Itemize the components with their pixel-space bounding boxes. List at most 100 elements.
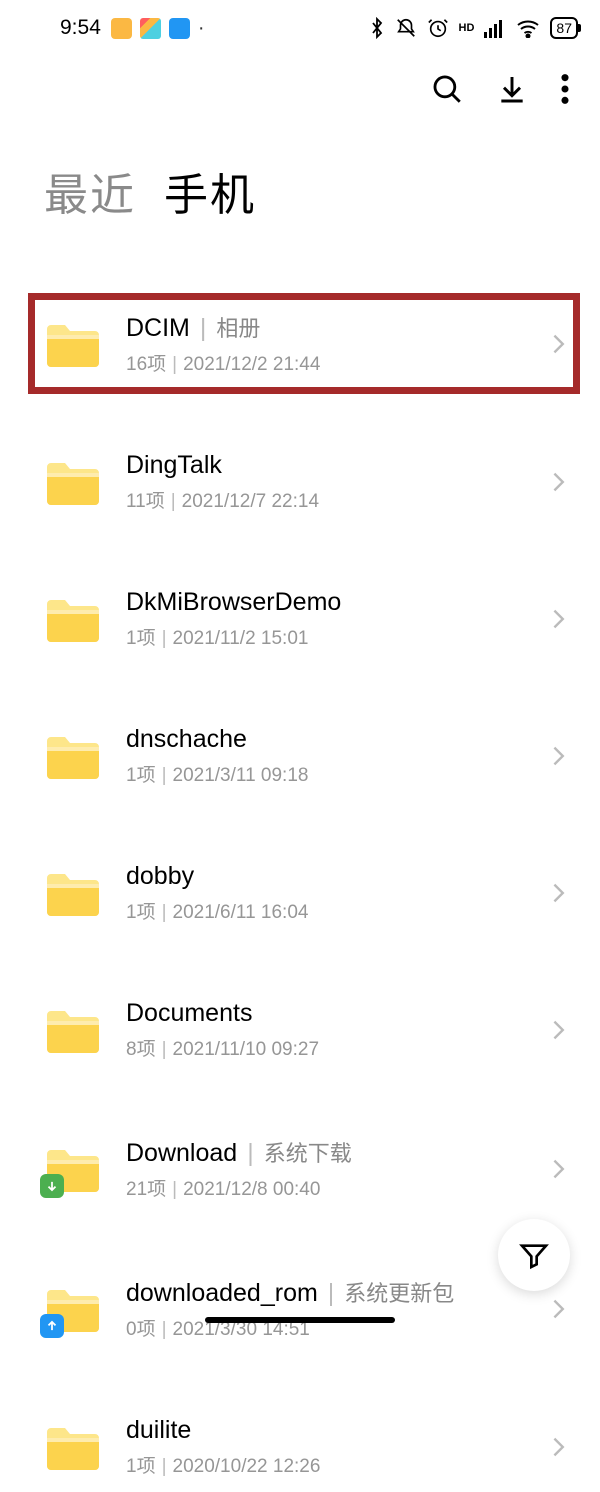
folder-date: 2021/6/11 16:04: [173, 902, 309, 923]
home-indicator[interactable]: [205, 1317, 395, 1323]
folder-name: DkMiBrowserDemo: [126, 588, 341, 617]
folder-date: 2021/12/7 22:14: [182, 491, 319, 512]
folder-list: DCIM|相册16项|2021/12/2 21:44DingTalk11项|20…: [0, 247, 600, 1492]
separator: |: [162, 765, 167, 786]
separator: |: [162, 1456, 167, 1477]
app-icon-2: [140, 18, 161, 39]
folder-date: 2021/12/2 21:44: [183, 354, 320, 375]
separator: |: [162, 1319, 167, 1340]
separator: |: [172, 1179, 177, 1200]
filter-button[interactable]: [498, 1219, 570, 1291]
folder-tag: 相册: [216, 311, 260, 343]
folder-icon: [44, 1005, 102, 1055]
more-menu-button[interactable]: [560, 72, 570, 111]
folder-meta: 8项 | 2021/11/10 09:27: [126, 1034, 550, 1061]
folder-item[interactable]: Download|系统下载21项|2021/12/8 00:40: [0, 1122, 600, 1215]
folder-icon: [44, 319, 102, 369]
toolbar: [0, 48, 600, 111]
folder-icon: [44, 1144, 102, 1194]
folder-title-row: DkMiBrowserDemo: [126, 588, 550, 617]
folder-name: Download: [126, 1139, 237, 1168]
battery-icon: 87: [550, 17, 578, 39]
tabs: 最近 手机: [0, 111, 600, 247]
folder-content: DkMiBrowserDemo 1项 | 2021/11/2 15:01: [102, 588, 550, 650]
folder-item[interactable]: DCIM | 相册 16项 | 2021/12/2 21:44: [0, 297, 600, 390]
folder-count: 16项: [126, 354, 166, 375]
folder-tag: 系统下载: [264, 1136, 352, 1168]
app-icon-1: [111, 18, 132, 39]
folder-name: duilite: [126, 1416, 191, 1445]
mute-icon: [395, 17, 417, 39]
separator: |: [200, 314, 207, 343]
folder-content: dobby 1项 | 2021/6/11 16:04: [102, 862, 550, 924]
folder-item[interactable]: dobby 1项 | 2021/6/11 16:04: [0, 848, 600, 938]
app-icon-3: [169, 18, 190, 39]
folder-meta: 1项 | 2021/6/11 16:04: [126, 897, 550, 924]
folder-meta: 1项 | 2021/11/2 15:01: [126, 623, 550, 650]
bluetooth-icon: [369, 17, 385, 39]
tab-recent[interactable]: 最近: [44, 159, 136, 223]
separator: |: [162, 902, 167, 923]
folder-title-row: dobby: [126, 862, 550, 891]
hd-icon: HD: [459, 22, 475, 34]
separator: |: [162, 1039, 167, 1060]
folder-count: 1项: [126, 628, 156, 649]
folder-date: 2021/11/2 15:01: [173, 628, 309, 649]
folder-date: 2020/10/22 12:26: [173, 1456, 321, 1477]
folder-title-row: duilite: [126, 1416, 550, 1445]
separator: |: [328, 1279, 335, 1308]
folder-date: 2021/3/11 09:18: [173, 765, 309, 786]
folder-content: DingTalk11项|2021/12/7 22:14: [102, 451, 550, 513]
folder-content: duilite 1项 | 2020/10/22 12:26: [102, 1416, 550, 1478]
folder-name: dobby: [126, 862, 194, 891]
folder-title-row: dnschache: [126, 725, 550, 754]
battery-level: 87: [556, 20, 572, 36]
folder-title-row: DCIM | 相册: [126, 311, 550, 343]
separator: |: [171, 491, 176, 512]
status-left: 9:54 ·: [60, 16, 205, 40]
folder-icon: [44, 457, 102, 507]
folder-icon: [44, 868, 102, 918]
folder-item[interactable]: DkMiBrowserDemo 1项 | 2021/11/2 15:01: [0, 574, 600, 664]
folder-count: 1项: [126, 765, 156, 786]
folder-tag: 系统更新包: [344, 1276, 454, 1308]
folder-item[interactable]: dnschache 1项 | 2021/3/11 09:18: [0, 711, 600, 801]
folder-content: DCIM | 相册 16项 | 2021/12/2 21:44: [102, 311, 550, 376]
search-button[interactable]: [430, 72, 464, 111]
folder-name: DingTalk: [126, 451, 222, 480]
folder-title-row: downloaded_rom|系统更新包: [126, 1276, 550, 1308]
folder-meta: 21项|2021/12/8 00:40: [126, 1174, 550, 1201]
folder-item[interactable]: Documents 8项 | 2021/11/10 09:27: [0, 985, 600, 1075]
folder-icon: [44, 731, 102, 781]
folder-content: Documents 8项 | 2021/11/10 09:27: [102, 999, 550, 1061]
signal-icon: [484, 18, 506, 38]
folder-title-row: Documents: [126, 999, 550, 1028]
folder-icon: [44, 1422, 102, 1472]
folder-meta: 11项|2021/12/7 22:14: [126, 486, 550, 513]
separator: |: [247, 1139, 254, 1168]
folder-name: DCIM: [126, 314, 190, 343]
folder-icon: [44, 1284, 102, 1334]
folder-count: 21项: [126, 1179, 166, 1200]
folder-meta: 1项 | 2020/10/22 12:26: [126, 1451, 550, 1478]
status-time: 9:54: [60, 16, 101, 40]
separator: |: [162, 628, 167, 649]
separator: |: [172, 354, 177, 375]
folder-title-row: Download | 系统下载: [126, 1136, 550, 1168]
status-right: HD 87: [369, 17, 578, 39]
folder-item[interactable]: DingTalk11项|2021/12/7 22:14: [0, 437, 600, 527]
folder-item[interactable]: duilite 1项 | 2020/10/22 12:26: [0, 1402, 600, 1492]
folder-meta: 16项 | 2021/12/2 21:44: [126, 349, 550, 376]
folder-count: 1项: [126, 902, 156, 923]
status-more-dot: ·: [198, 17, 205, 40]
folder-icon: [44, 594, 102, 644]
folder-name: dnschache: [126, 725, 247, 754]
alarm-icon: [427, 17, 449, 39]
folder-count: 8项: [126, 1039, 156, 1060]
tab-phone[interactable]: 手机: [164, 159, 256, 223]
folder-date: 2021/11/10 09:27: [173, 1039, 320, 1060]
folder-content: dnschache 1项 | 2021/3/11 09:18: [102, 725, 550, 787]
download-button[interactable]: [496, 72, 528, 111]
folder-count: 1项: [126, 1456, 156, 1477]
status-bar: 9:54 · HD 87: [0, 0, 600, 48]
